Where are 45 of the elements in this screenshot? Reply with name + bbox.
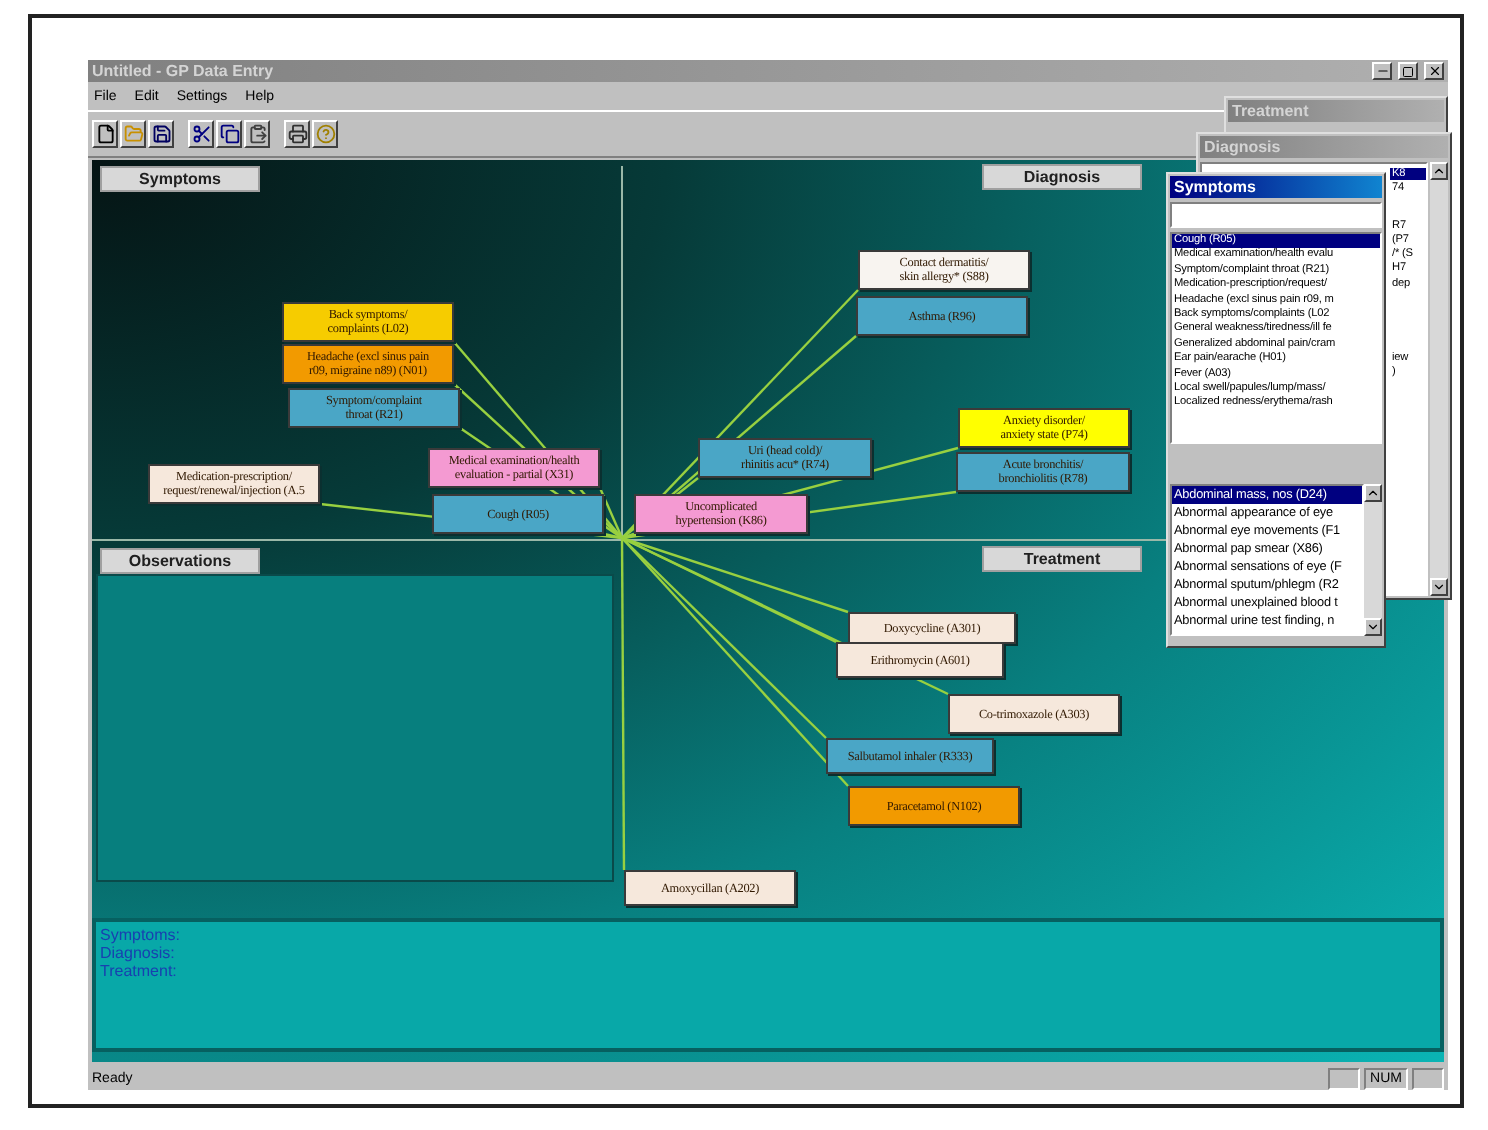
section-header: Treatment xyxy=(982,546,1142,572)
chevron-down-icon xyxy=(1432,580,1446,594)
scroll-up-button[interactable] xyxy=(1364,484,1382,502)
folder-icon xyxy=(123,124,143,144)
chevron-down-icon xyxy=(1366,620,1380,634)
toolbar-button[interactable] xyxy=(284,120,310,148)
close-icon xyxy=(1427,64,1441,78)
minimize-icon xyxy=(1375,64,1389,78)
window-title: Symptoms xyxy=(1174,178,1258,196)
toolbar-button[interactable] xyxy=(148,120,174,148)
scroll-down-button[interactable] xyxy=(1430,578,1448,596)
printer-icon xyxy=(287,124,307,144)
scrollbar[interactable] xyxy=(1364,484,1382,636)
window-title: Diagnosis xyxy=(1204,138,1283,156)
chevron-up-icon xyxy=(1366,486,1380,500)
toolbar-button[interactable] xyxy=(188,120,214,148)
copy-icon xyxy=(219,124,239,144)
toolbar-button[interactable] xyxy=(312,120,338,148)
chevron-up-icon xyxy=(1432,164,1446,178)
toolbar-button[interactable] xyxy=(244,120,270,148)
scrollbar[interactable] xyxy=(1430,162,1448,596)
minimize-button[interactable] xyxy=(1372,62,1392,80)
help-icon xyxy=(315,124,335,144)
toolbar-button[interactable] xyxy=(216,120,242,148)
status-pane xyxy=(1412,1067,1444,1089)
search-field[interactable] xyxy=(1170,202,1382,228)
file-icon xyxy=(95,124,115,144)
toolbar-button[interactable] xyxy=(120,120,146,148)
summary-label: Symptoms: xyxy=(100,926,183,944)
close-button[interactable] xyxy=(1424,62,1444,80)
summary-label: Treatment: xyxy=(100,962,179,980)
scissors-icon xyxy=(191,124,211,144)
maximize-button[interactable] xyxy=(1398,62,1418,80)
maximize-icon xyxy=(1402,65,1414,77)
summary-label: Diagnosis: xyxy=(100,944,177,962)
window-title: Untitled - GP Data Entry xyxy=(92,62,276,80)
window-title: Treatment xyxy=(1232,102,1311,120)
clipboard-icon xyxy=(247,124,267,144)
section-header: Diagnosis xyxy=(982,164,1142,190)
scroll-down-button[interactable] xyxy=(1364,618,1382,636)
section-header: Observations xyxy=(100,548,260,574)
section-header: Symptoms xyxy=(100,166,260,192)
toolbar-button[interactable] xyxy=(92,120,118,148)
status-pane xyxy=(1328,1067,1360,1089)
scroll-up-button[interactable] xyxy=(1430,162,1448,180)
